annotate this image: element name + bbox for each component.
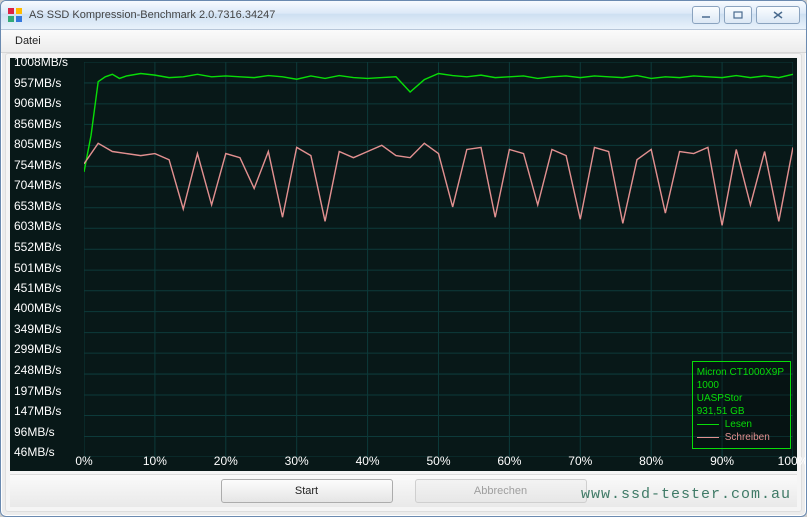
legend-write-swatch bbox=[697, 437, 719, 438]
x-tick-label: 90% bbox=[710, 454, 734, 468]
x-tick-label: 20% bbox=[214, 454, 238, 468]
y-tick-label: 704MB/s bbox=[14, 178, 61, 192]
y-tick-label: 552MB/s bbox=[14, 240, 61, 254]
menubar: Datei bbox=[1, 30, 806, 53]
x-tick-label: 70% bbox=[568, 454, 592, 468]
legend-read-label: Lesen bbox=[725, 418, 752, 431]
y-tick-label: 856MB/s bbox=[14, 117, 61, 131]
y-tick-label: 1008MB/s bbox=[14, 55, 68, 69]
legend-device: Micron CT1000X9P bbox=[697, 366, 784, 379]
legend-controller: UASPStor bbox=[697, 392, 784, 405]
y-tick-label: 957MB/s bbox=[14, 76, 61, 90]
y-tick-label: 147MB/s bbox=[14, 404, 61, 418]
y-tick-label: 653MB/s bbox=[14, 199, 61, 213]
close-button[interactable] bbox=[756, 6, 800, 24]
legend-read-swatch bbox=[697, 424, 719, 425]
window-controls bbox=[692, 6, 800, 24]
window-title: AS SSD Kompression-Benchmark 2.0.7316.34… bbox=[29, 9, 692, 21]
x-axis-labels: 0%10%20%30%40%50%60%70%80%90%100% bbox=[84, 454, 793, 468]
cancel-button: Abbrechen bbox=[415, 479, 587, 503]
x-tick-label: 0% bbox=[75, 454, 92, 468]
y-tick-label: 349MB/s bbox=[14, 322, 61, 336]
line-chart bbox=[84, 62, 793, 457]
maximize-button[interactable] bbox=[724, 6, 752, 24]
button-bar: Start Abbrechen bbox=[10, 474, 797, 507]
x-tick-label: 60% bbox=[497, 454, 521, 468]
y-tick-label: 906MB/s bbox=[14, 96, 61, 110]
client-area: 1008MB/s 957MB/s 906MB/s 856MB/s 805MB/s 754M… bbox=[5, 53, 802, 512]
x-tick-label: 50% bbox=[426, 454, 450, 468]
y-tick-label: 754MB/s bbox=[14, 158, 61, 172]
legend-write-label: Schreiben bbox=[725, 431, 770, 444]
y-tick-label: 400MB/s bbox=[14, 301, 61, 315]
y-tick-label: 805MB/s bbox=[14, 137, 61, 151]
legend-box: Micron CT1000X9P 1000 UASPStor 931,51 GB… bbox=[692, 361, 791, 449]
chart-panel: 1008MB/s 957MB/s 906MB/s 856MB/s 805MB/s 754M… bbox=[10, 58, 797, 471]
y-tick-label: 197MB/s bbox=[14, 384, 61, 398]
x-tick-label: 100% bbox=[778, 454, 807, 468]
legend-read-row: Lesen bbox=[697, 418, 784, 431]
legend-write-row: Schreiben bbox=[697, 431, 784, 444]
y-tick-label: 501MB/s bbox=[14, 261, 61, 275]
app-icon bbox=[7, 7, 23, 23]
y-tick-label: 248MB/s bbox=[14, 363, 61, 377]
x-tick-label: 40% bbox=[356, 454, 380, 468]
app-window: AS SSD Kompression-Benchmark 2.0.7316.34… bbox=[0, 0, 807, 517]
menu-file[interactable]: Datei bbox=[9, 33, 47, 49]
y-tick-label: 96MB/s bbox=[14, 425, 55, 439]
x-tick-label: 80% bbox=[639, 454, 663, 468]
y-axis-labels: 1008MB/s 957MB/s 906MB/s 856MB/s 805MB/s 754M… bbox=[10, 58, 80, 471]
minimize-button[interactable] bbox=[692, 6, 720, 24]
titlebar: AS SSD Kompression-Benchmark 2.0.7316.34… bbox=[1, 1, 806, 30]
legend-model-suffix: 1000 bbox=[697, 379, 784, 392]
start-button[interactable]: Start bbox=[221, 479, 393, 503]
y-tick-label: 451MB/s bbox=[14, 281, 61, 295]
x-tick-label: 10% bbox=[143, 454, 167, 468]
y-tick-label: 46MB/s bbox=[14, 445, 55, 459]
y-tick-label: 603MB/s bbox=[14, 219, 61, 233]
legend-capacity: 931,51 GB bbox=[697, 405, 784, 418]
y-tick-label: 299MB/s bbox=[14, 342, 61, 356]
x-tick-label: 30% bbox=[285, 454, 309, 468]
